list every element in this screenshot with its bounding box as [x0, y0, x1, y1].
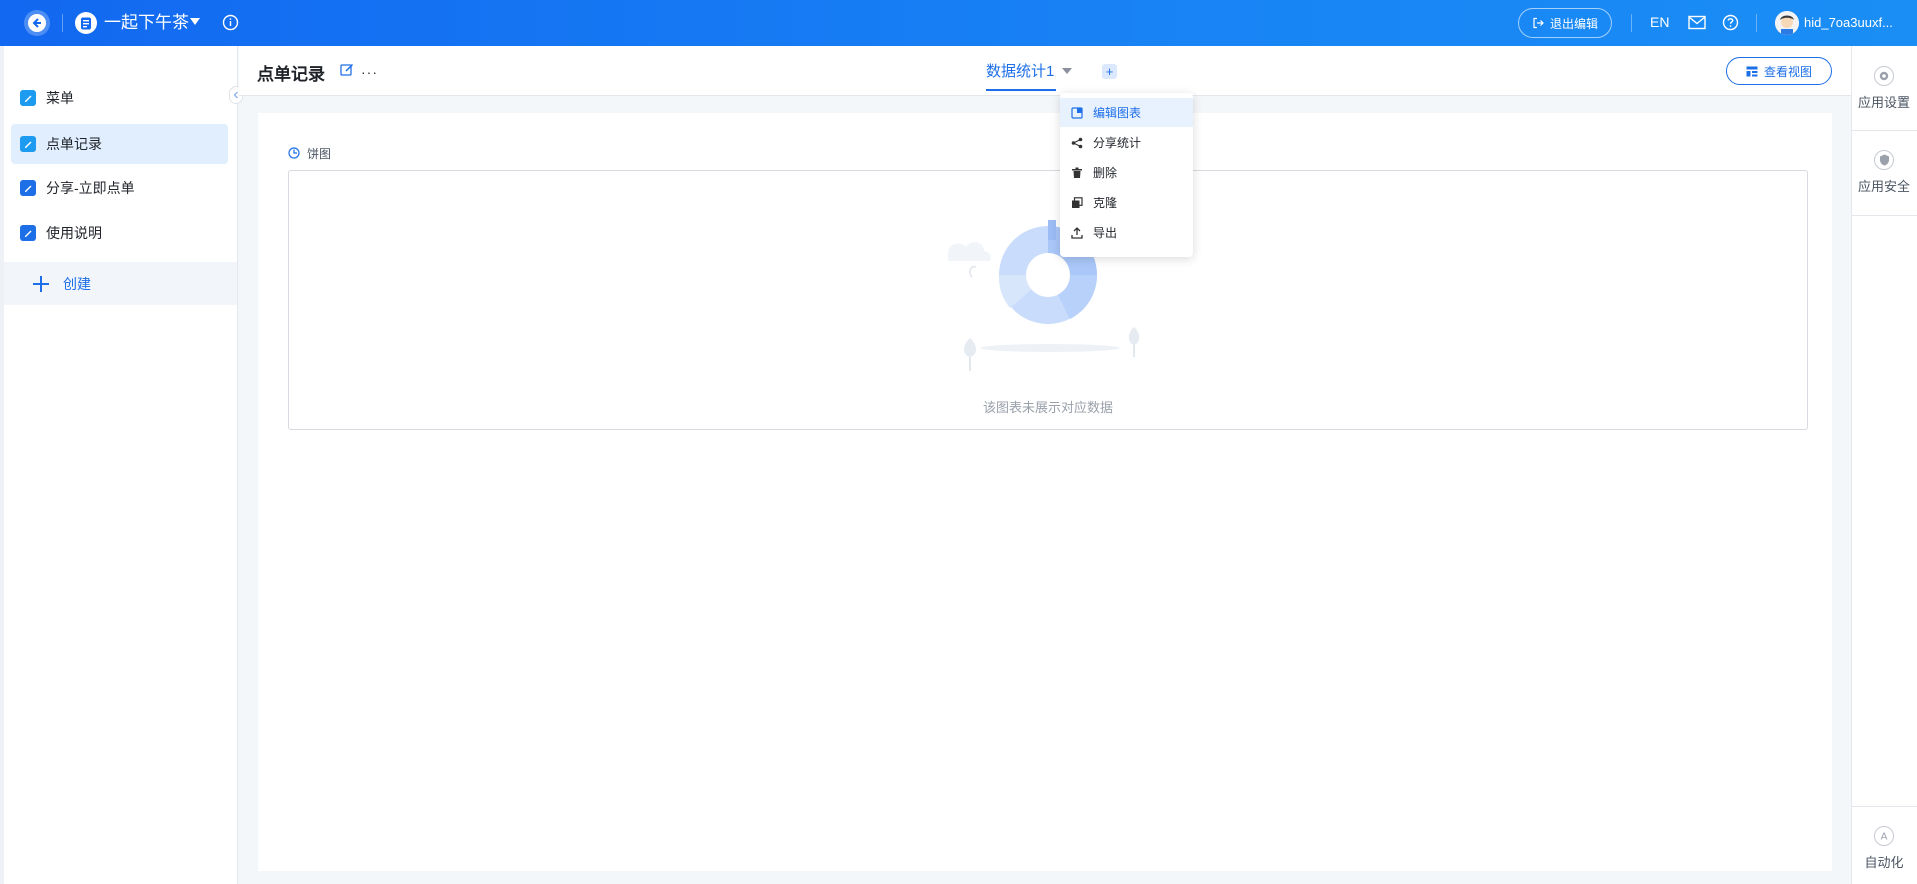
sidebar-item-label: 点单记录	[46, 136, 102, 152]
edit-chart-icon	[1070, 106, 1084, 120]
arrow-left-icon	[32, 18, 41, 28]
menu-item-clone[interactable]: 克隆	[1060, 188, 1193, 217]
empty-state-text: 该图表未展示对应数据	[982, 400, 1113, 415]
automation-label: 自动化	[1864, 855, 1904, 870]
view-view-button[interactable]: 查看视图	[1726, 57, 1832, 85]
gear-icon	[1874, 66, 1894, 86]
upload-icon	[1070, 226, 1084, 240]
sidebar-item-order-records[interactable]: 点单记录	[11, 124, 228, 164]
create-label: 创建	[63, 275, 91, 292]
view-button-label: 查看视图	[1763, 64, 1812, 79]
divider	[62, 14, 63, 32]
back-button[interactable]	[24, 10, 50, 36]
pie-chart-icon	[288, 147, 300, 159]
sidebar-item-share-order[interactable]: 分享-立即点单	[11, 168, 228, 208]
tab-active-indicator	[986, 89, 1056, 91]
sidebar-item-label: 使用说明	[46, 225, 102, 241]
app-icon	[75, 12, 97, 34]
menu-item-label: 编辑图表	[1093, 106, 1142, 120]
menu-item-label: 删除	[1093, 166, 1118, 180]
exit-edit-label: 退出编辑	[1549, 16, 1598, 31]
shield-icon	[1874, 150, 1894, 170]
tab-data-stats[interactable]: 数据统计1	[986, 60, 1054, 81]
form-icon	[20, 90, 36, 106]
form-icon	[20, 180, 36, 196]
app-settings-button[interactable]: 应用设置	[1851, 66, 1917, 111]
divider	[1851, 215, 1917, 216]
sidebar-item-label: 分享-立即点单	[46, 180, 135, 196]
add-tab-button[interactable]: +	[1102, 64, 1117, 79]
divider	[1756, 14, 1757, 32]
avatar[interactable]	[1775, 11, 1799, 35]
menu-item-export[interactable]: 导出	[1060, 218, 1193, 247]
copy-icon	[1070, 196, 1084, 210]
chevron-down-icon[interactable]	[1062, 68, 1072, 74]
app-security-button[interactable]: 应用安全	[1851, 150, 1917, 195]
mail-icon[interactable]	[1688, 15, 1706, 30]
svg-text:A: A	[1881, 832, 1888, 843]
menu-item-label: 克隆	[1093, 196, 1118, 210]
menu-item-label: 分享统计	[1093, 136, 1142, 150]
plus-icon	[33, 275, 49, 292]
menu-item-share-stats[interactable]: 分享统计	[1060, 128, 1193, 157]
menu-item-delete[interactable]: 删除	[1060, 158, 1193, 187]
info-icon[interactable]	[222, 14, 239, 31]
more-icon[interactable]: ···	[361, 64, 378, 80]
menu-item-edit-chart[interactable]: 编辑图表	[1060, 98, 1193, 127]
menu-item-label: 导出	[1093, 226, 1118, 240]
page-title: 点单记录	[257, 65, 325, 84]
edit-icon[interactable]	[340, 63, 354, 77]
divider	[1851, 130, 1917, 131]
help-icon[interactable]	[1722, 14, 1739, 31]
exit-edit-button[interactable]: 退出编辑	[1518, 8, 1612, 38]
logout-icon	[1533, 17, 1544, 29]
chart-actions-menu: 编辑图表 分享统计 删除 克隆 导出	[1060, 93, 1193, 257]
form-icon	[20, 225, 36, 241]
app-settings-label: 应用设置	[1857, 95, 1910, 110]
automation-icon: A	[1874, 826, 1894, 846]
sidebar-item-menu[interactable]: 菜单	[11, 78, 228, 118]
sidebar-item-label: 菜单	[46, 90, 74, 106]
form-icon	[20, 136, 36, 152]
chevron-down-icon[interactable]	[190, 18, 200, 25]
share-icon	[1070, 136, 1084, 150]
divider	[1631, 14, 1632, 32]
app-security-label: 应用安全	[1857, 179, 1910, 194]
layout-icon	[1746, 66, 1758, 76]
divider	[1851, 806, 1917, 807]
chart-title: 饼图	[307, 147, 332, 161]
user-name[interactable]: hid_7oa3uuxf...	[1804, 15, 1893, 30]
top-bar: 一起下午茶 退出编辑 EN hid_7oa3uuxf...	[0, 0, 1917, 46]
create-button[interactable]: 创建	[4, 262, 237, 305]
language-switch[interactable]: EN	[1650, 14, 1669, 30]
automation-button[interactable]: A 自动化	[1851, 826, 1917, 871]
sidebar-item-instructions[interactable]: 使用说明	[11, 213, 228, 253]
app-name[interactable]: 一起下午茶	[104, 12, 189, 34]
trash-icon	[1070, 166, 1084, 180]
